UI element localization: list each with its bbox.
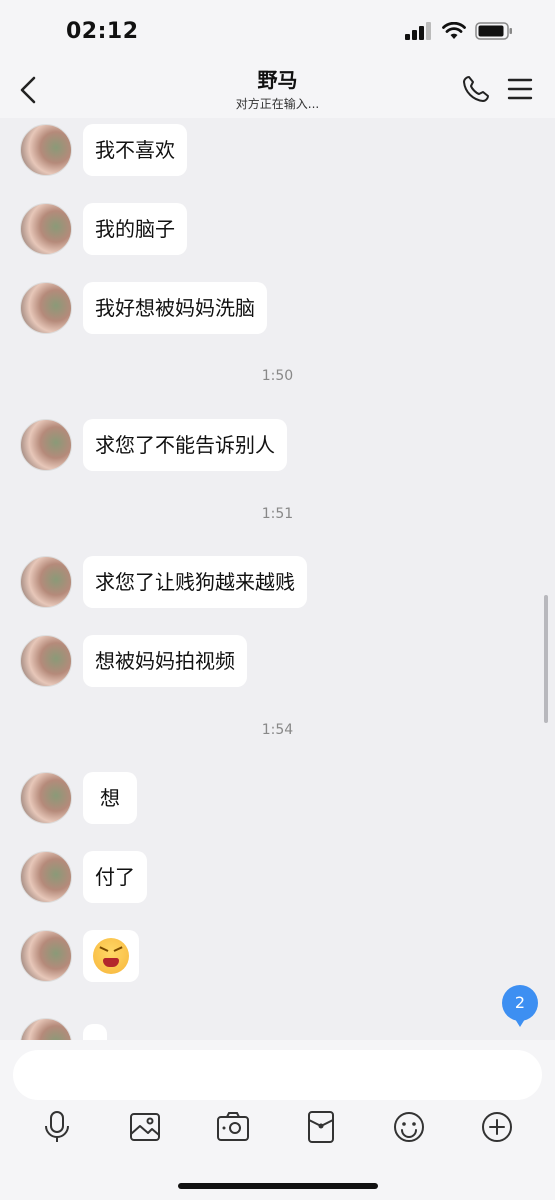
phone-icon[interactable] <box>461 74 491 104</box>
laughing-face-emoji <box>93 938 129 974</box>
message-bubble[interactable] <box>83 1024 107 1040</box>
message-item <box>20 930 139 982</box>
message-item: 付了 <box>20 851 147 903</box>
status-bar: 02:12 <box>0 0 555 62</box>
message-item: 求您了不能告诉别人 <box>20 419 287 471</box>
message-item <box>20 1018 107 1040</box>
message-bubble[interactable]: 想 <box>83 772 137 824</box>
battery-icon <box>475 22 512 40</box>
timestamp: 1:51 <box>261 506 294 522</box>
avatar[interactable] <box>20 419 72 471</box>
plus-icon[interactable] <box>480 1110 514 1144</box>
message-bubble[interactable]: 求您了让贱狗越来越贱 <box>83 556 307 608</box>
message-bubble[interactable]: 想被妈妈拍视频 <box>83 635 247 687</box>
scrollbar[interactable] <box>544 595 548 723</box>
timestamp: 1:54 <box>261 722 294 738</box>
avatar[interactable] <box>20 772 72 824</box>
avatar[interactable] <box>20 930 72 982</box>
status-time: 02:12 <box>66 19 139 44</box>
message-item: 想 <box>20 772 137 824</box>
avatar[interactable] <box>20 556 72 608</box>
status-icons <box>405 22 513 40</box>
message-bubble[interactable]: 付了 <box>83 851 147 903</box>
avatar[interactable] <box>20 635 72 687</box>
emoji-icon[interactable] <box>392 1110 426 1144</box>
message-bubble[interactable]: 我好想被妈妈洗脑 <box>83 282 267 334</box>
home-indicator[interactable] <box>178 1183 378 1189</box>
camera-icon[interactable] <box>216 1110 250 1144</box>
unread-badge[interactable]: 2 <box>502 985 538 1027</box>
wifi-icon <box>442 22 466 39</box>
image-icon[interactable] <box>128 1110 162 1144</box>
message-bubble[interactable]: 我的脑子 <box>83 203 187 255</box>
message-item: 我不喜欢 <box>20 124 187 176</box>
avatar[interactable] <box>20 851 72 903</box>
message-bubble[interactable]: 我不喜欢 <box>83 124 187 176</box>
chat-header: 野马 对方正在输入... <box>0 62 555 118</box>
message-item: 我好想被妈妈洗脑 <box>20 282 267 334</box>
red-envelope-icon[interactable] <box>304 1110 338 1144</box>
microphone-icon[interactable] <box>40 1110 74 1144</box>
message-bubble[interactable] <box>83 930 139 982</box>
avatar[interactable] <box>20 1018 72 1040</box>
avatar[interactable] <box>20 124 72 176</box>
menu-icon[interactable] <box>507 76 533 102</box>
message-bubble[interactable]: 求您了不能告诉别人 <box>83 419 287 471</box>
message-item: 求您了让贱狗越来越贱 <box>20 556 307 608</box>
timestamp: 1:50 <box>261 368 294 384</box>
message-item: 想被妈妈拍视频 <box>20 635 247 687</box>
message-list[interactable]: 我不喜欢 我的脑子 我好想被妈妈洗脑 1:50 求您了不能告诉别人 1:51 求… <box>0 118 555 1040</box>
message-input[interactable] <box>13 1050 542 1100</box>
message-item: 我的脑子 <box>20 203 187 255</box>
avatar[interactable] <box>20 203 72 255</box>
avatar[interactable] <box>20 282 72 334</box>
signal-icon <box>405 22 431 40</box>
input-area <box>0 1040 555 1200</box>
input-toolbar <box>0 1110 555 1150</box>
